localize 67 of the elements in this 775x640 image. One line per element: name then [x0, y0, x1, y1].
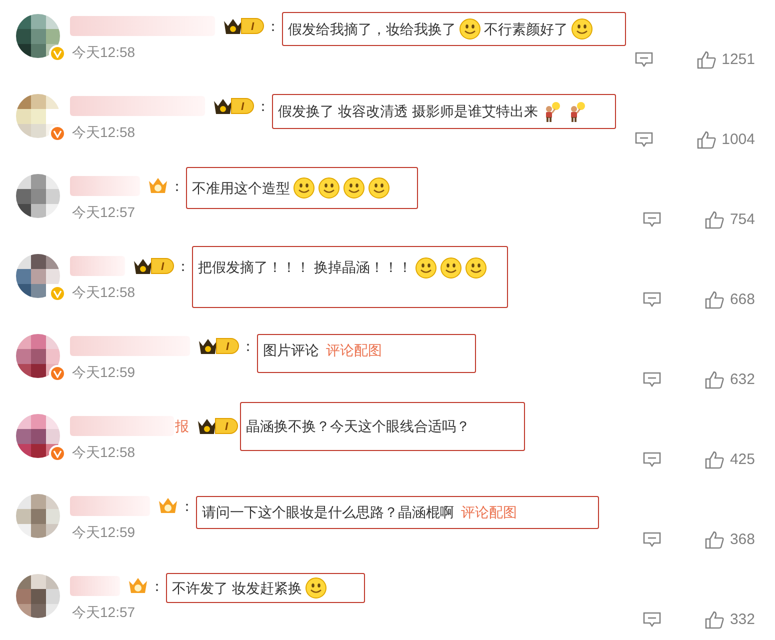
smiley-emoji [459, 18, 482, 40]
smiley-emoji [368, 177, 390, 199]
like-count: 425 [730, 450, 755, 470]
smiley-emoji [293, 177, 315, 199]
like-count: 668 [730, 290, 755, 310]
image-link[interactable]: 评论配图 [461, 502, 517, 523]
like-icon[interactable] [696, 51, 716, 69]
comment-icon[interactable] [634, 132, 653, 148]
image-link[interactable]: 评论配图 [326, 340, 382, 361]
username-fragment: 报 [175, 416, 189, 436]
comment-time: 今天12:58 [72, 123, 136, 142]
smiley-emoji [343, 177, 365, 199]
comment-text: 请问一下这个眼妆是什么思路？晶涵棍啊 [202, 503, 454, 522]
blurred-username [70, 176, 140, 196]
colon: ： [256, 97, 270, 116]
like-count: 1004 [722, 130, 755, 150]
comment-time: 今天12:59 [72, 363, 136, 382]
colon: ： [176, 257, 190, 276]
comment-icon[interactable] [634, 52, 653, 68]
comment-time: 今天12:58 [72, 43, 136, 62]
smiley-emoji [571, 18, 594, 40]
like-count: 368 [730, 530, 755, 550]
comment-icon[interactable] [642, 612, 661, 628]
colon: ： [150, 577, 164, 596]
blurred-username [70, 576, 120, 596]
crown-badge-icon [158, 497, 178, 515]
smiley-emoji [318, 177, 340, 199]
comment-time: 今天12:59 [72, 523, 136, 542]
comment-text: 假发给我摘了，妆给我换了 [288, 20, 456, 38]
comment-text: 图片评论 [263, 341, 320, 360]
comment-text: 把假发摘了！！！ 换掉晶涵！！！ [198, 258, 412, 277]
comment-time: 今天12:57 [72, 603, 136, 622]
colon: ： [266, 17, 280, 36]
smiley-emoji [440, 257, 462, 279]
like-count: 632 [730, 370, 755, 390]
comment-time: 今天12:57 [72, 203, 136, 222]
like-count: 1251 [722, 50, 755, 70]
like-count: 332 [730, 610, 755, 630]
comment-icon[interactable] [642, 212, 661, 228]
like-icon[interactable] [696, 131, 716, 149]
like-icon[interactable] [704, 211, 724, 229]
comment-text: 晶涵换不换？今天这个眼线合适吗？ [246, 417, 470, 436]
colon: ： [180, 497, 194, 516]
blurred-username [70, 256, 125, 276]
comment-icon[interactable] [642, 532, 661, 548]
like-icon[interactable] [704, 451, 724, 469]
colon: ： [170, 177, 184, 196]
smiley-emoji [304, 577, 327, 599]
crown-badge-icon [128, 577, 148, 595]
comment-time: 今天12:58 [72, 283, 136, 302]
comment-icon[interactable] [642, 292, 661, 308]
comment-text: 假发换了 妆容改清透 摄影师是谁艾特出来 [278, 102, 538, 121]
like-icon[interactable] [704, 291, 724, 309]
comment-text: 不准用这个造型 [192, 178, 290, 198]
comment-text: 不许发了 妆发赶紧换 [172, 578, 302, 598]
comment-time: 今天12:58 [72, 443, 136, 462]
like-count: 754 [730, 210, 755, 230]
comment-text: 不行素颜好了 [484, 20, 568, 38]
like-icon[interactable] [704, 371, 724, 389]
like-icon[interactable] [704, 531, 724, 549]
like-icon[interactable] [704, 611, 724, 629]
comment-icon[interactable] [642, 452, 661, 468]
smiley-emoji [414, 257, 437, 279]
smiley-emoji [464, 257, 487, 279]
comment-icon[interactable] [642, 372, 661, 388]
colon: ： [241, 337, 256, 356]
crown-badge-icon [148, 177, 168, 195]
